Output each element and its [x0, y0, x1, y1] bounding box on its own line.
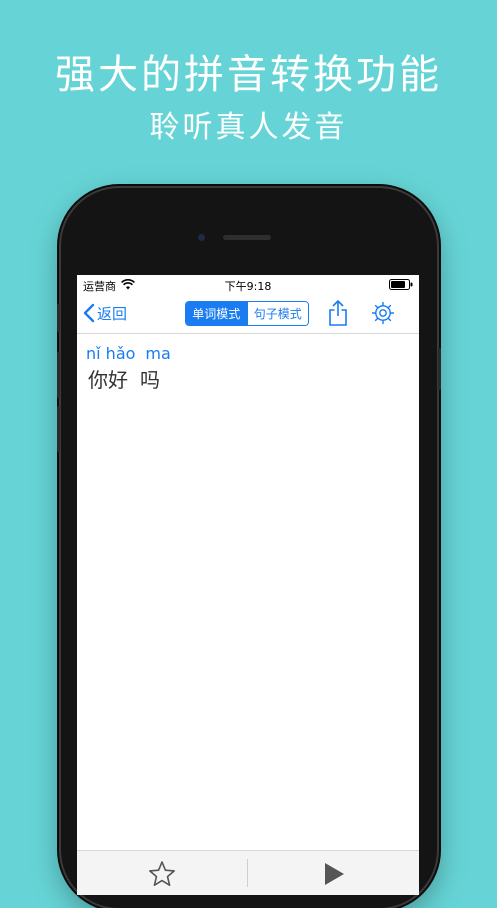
phone-frame: 运营商 下午9:18 返回 单词模式 句子模式 nǐ hǎo ma 你好 吗	[57, 188, 441, 908]
share-icon[interactable]	[327, 299, 349, 331]
front-camera	[198, 234, 205, 241]
earpiece-speaker	[223, 235, 271, 240]
hanzi-word: 你好	[88, 368, 128, 392]
pinyin-word: nǐ hǎo	[86, 344, 136, 363]
banner-subtitle: 聆听真人发音	[149, 110, 348, 145]
pinyin-row: nǐ hǎo ma	[86, 344, 171, 363]
volume-down-button	[57, 406, 60, 452]
hanzi-row: 你好 吗	[88, 364, 160, 393]
word-mode-segment[interactable]: 单词模式	[186, 302, 247, 325]
mode-segmented-control: 单词模式 句子模式	[185, 301, 309, 326]
banner-title: 强大的拼音转换功能	[55, 52, 442, 98]
app-screen: 运营商 下午9:18 返回 单词模式 句子模式 nǐ hǎo ma 你好 吗	[77, 275, 419, 895]
hanzi-word: 吗	[140, 368, 160, 392]
status-time: 下午9:18	[224, 280, 272, 293]
play-icon[interactable]	[323, 862, 345, 890]
star-icon[interactable]	[147, 860, 177, 892]
nav-bar: 返回 单词模式 句子模式	[77, 295, 419, 334]
conversion-result: nǐ hǎo ma 你好 吗	[77, 334, 419, 834]
back-label: 返回	[97, 304, 128, 323]
back-button[interactable]: 返回	[83, 301, 127, 325]
power-button	[438, 348, 441, 390]
chevron-left-icon	[83, 303, 95, 323]
gear-icon[interactable]	[371, 301, 395, 329]
bottom-toolbar	[77, 850, 419, 895]
sentence-mode-segment[interactable]: 句子模式	[246, 302, 308, 325]
status-bar: 运营商 下午9:18	[77, 275, 419, 295]
battery-icon	[389, 279, 413, 293]
mute-switch	[57, 304, 60, 332]
pinyin-word: ma	[145, 344, 171, 363]
volume-up-button	[57, 352, 60, 398]
